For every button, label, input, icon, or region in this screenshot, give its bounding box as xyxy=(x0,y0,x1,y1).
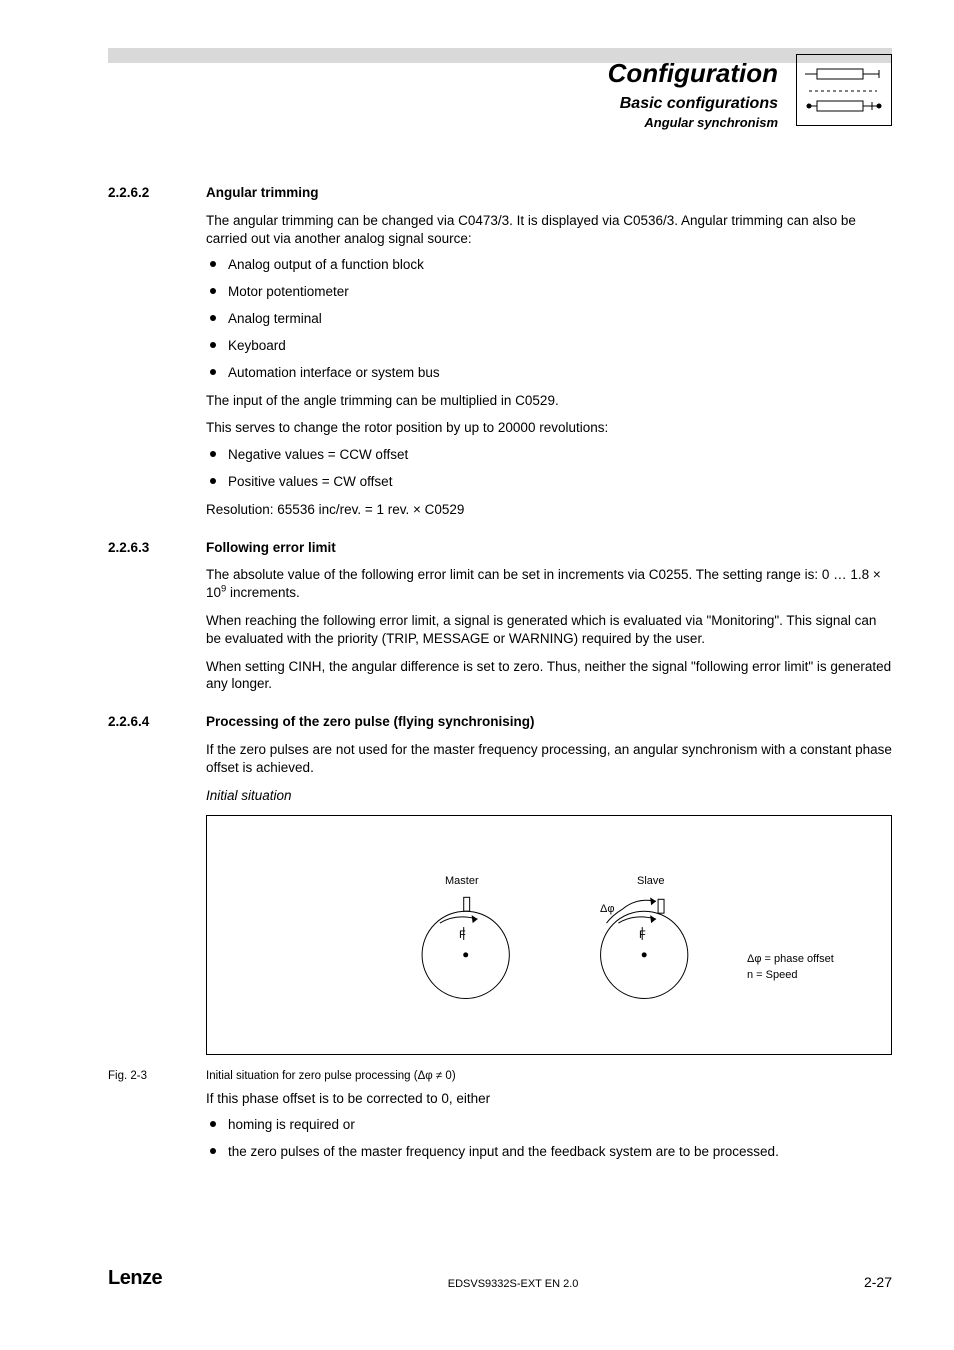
fig-caption: Initial situation for zero pulse process… xyxy=(206,1069,456,1084)
sec1-p1: The angular trimming can be changed via … xyxy=(206,212,892,248)
sec1-b5: Automation interface or system bus xyxy=(206,364,892,382)
sec1-b1: Analog output of a function block xyxy=(206,256,892,274)
sec1-p2: The input of the angle trimming can be m… xyxy=(206,392,892,410)
title-sub1: Basic configurations xyxy=(608,95,778,113)
footer-brand: Lenze xyxy=(108,1267,162,1290)
sec1-num: 2.2.6.2 xyxy=(108,184,206,202)
sec2-p1b: increments. xyxy=(226,585,300,600)
sec3-title: Processing of the zero pulse (flying syn… xyxy=(206,713,535,731)
title-sub2: Angular synchronism xyxy=(608,115,778,130)
sec2-p1: The absolute value of the following erro… xyxy=(206,566,892,602)
header-diagram-icon xyxy=(796,54,892,126)
sec1-title: Angular trimming xyxy=(206,184,319,202)
sec1-p4: Resolution: 65536 inc/rev. = 1 rev. × C0… xyxy=(206,501,892,519)
sec3-p2: If this phase offset is to be corrected … xyxy=(206,1090,892,1108)
footer: Lenze EDSVS9332S-EXT EN 2.0 2-27 xyxy=(108,1267,892,1290)
sec3-sub: Initial situation xyxy=(206,787,892,805)
figure-2-3: Master Slave Δφ Δφ = phase offset n = Sp… xyxy=(206,815,892,1055)
sec1-b2: Motor potentiometer xyxy=(206,283,892,301)
sec3-b2: the zero pulses of the master frequency … xyxy=(206,1143,892,1161)
sec2-title: Following error limit xyxy=(206,539,336,557)
fig-num: Fig. 2-3 xyxy=(108,1069,206,1084)
footer-page: 2-27 xyxy=(864,1274,892,1290)
title-main: Configuration xyxy=(608,58,778,89)
sec2-num: 2.2.6.3 xyxy=(108,539,206,557)
sec1-p3: This serves to change the rotor position… xyxy=(206,419,892,437)
header-titles: Configuration Basic configurations Angul… xyxy=(608,58,778,130)
sec2-p3: When setting CINH, the angular differenc… xyxy=(206,658,892,694)
sec2-p2: When reaching the following error limit,… xyxy=(206,612,892,648)
sec1-b3: Analog terminal xyxy=(206,310,892,328)
sec3-b1: homing is required or xyxy=(206,1116,892,1134)
content: 2.2.6.2 Angular trimming The angular tri… xyxy=(108,172,892,1161)
sec1-b4: Keyboard xyxy=(206,337,892,355)
sec1-b6: Negative values = CCW offset xyxy=(206,446,892,464)
sec3-p1: If the zero pulses are not used for the … xyxy=(206,741,892,777)
footer-docid: EDSVS9332S-EXT EN 2.0 xyxy=(448,1278,579,1290)
sec1-b7: Positive values = CW offset xyxy=(206,473,892,491)
sec2-p1a: The absolute value of the following erro… xyxy=(206,567,881,600)
sec3-num: 2.2.6.4 xyxy=(108,713,206,731)
